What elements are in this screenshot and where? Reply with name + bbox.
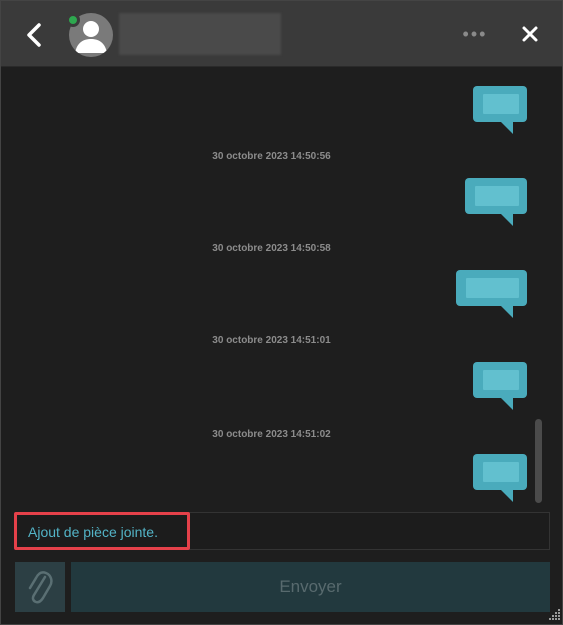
message-timestamp: 30 octobre 2023 14:50:58 — [212, 243, 331, 254]
message-text — [466, 278, 519, 298]
message-text — [483, 94, 519, 114]
message-text — [483, 370, 519, 390]
message-text — [483, 462, 519, 482]
message-list[interactable]: 30 octobre 2023 14:50:56 30 octobre 2023… — [1, 68, 562, 506]
contact-name — [119, 13, 281, 55]
message-input-text: Ajout de pièce jointe. — [28, 524, 158, 540]
message-timestamp: 30 octobre 2023 14:51:02 — [212, 429, 331, 440]
message-bubble[interactable] — [465, 178, 527, 226]
attach-button[interactable] — [15, 562, 65, 612]
message-input[interactable]: Ajout de pièce jointe. — [15, 512, 550, 550]
message-bubble[interactable] — [473, 86, 527, 134]
message-bubble[interactable] — [473, 362, 527, 410]
send-button[interactable]: Envoyer — [71, 562, 550, 612]
message-bubble[interactable] — [456, 270, 527, 318]
chevron-left-icon — [27, 23, 41, 47]
message-bubble[interactable] — [473, 454, 527, 502]
close-icon — [522, 26, 538, 42]
paperclip-icon — [28, 571, 53, 604]
close-button[interactable] — [513, 17, 547, 51]
chat-window: ••• 30 octobre 2023 14:50:56 30 octobre … — [0, 0, 563, 625]
more-options-button[interactable]: ••• — [457, 23, 493, 45]
message-text — [475, 186, 519, 206]
presence-status-indicator — [66, 13, 80, 27]
chat-header: ••• — [1, 1, 562, 67]
message-timestamp: 30 octobre 2023 14:50:56 — [212, 151, 331, 162]
more-options-icon: ••• — [462, 23, 488, 44]
resize-grip-icon[interactable] — [547, 607, 561, 621]
back-button[interactable] — [17, 18, 51, 52]
scrollbar-thumb[interactable] — [535, 419, 542, 503]
message-timestamp: 30 octobre 2023 14:51:01 — [212, 335, 331, 346]
